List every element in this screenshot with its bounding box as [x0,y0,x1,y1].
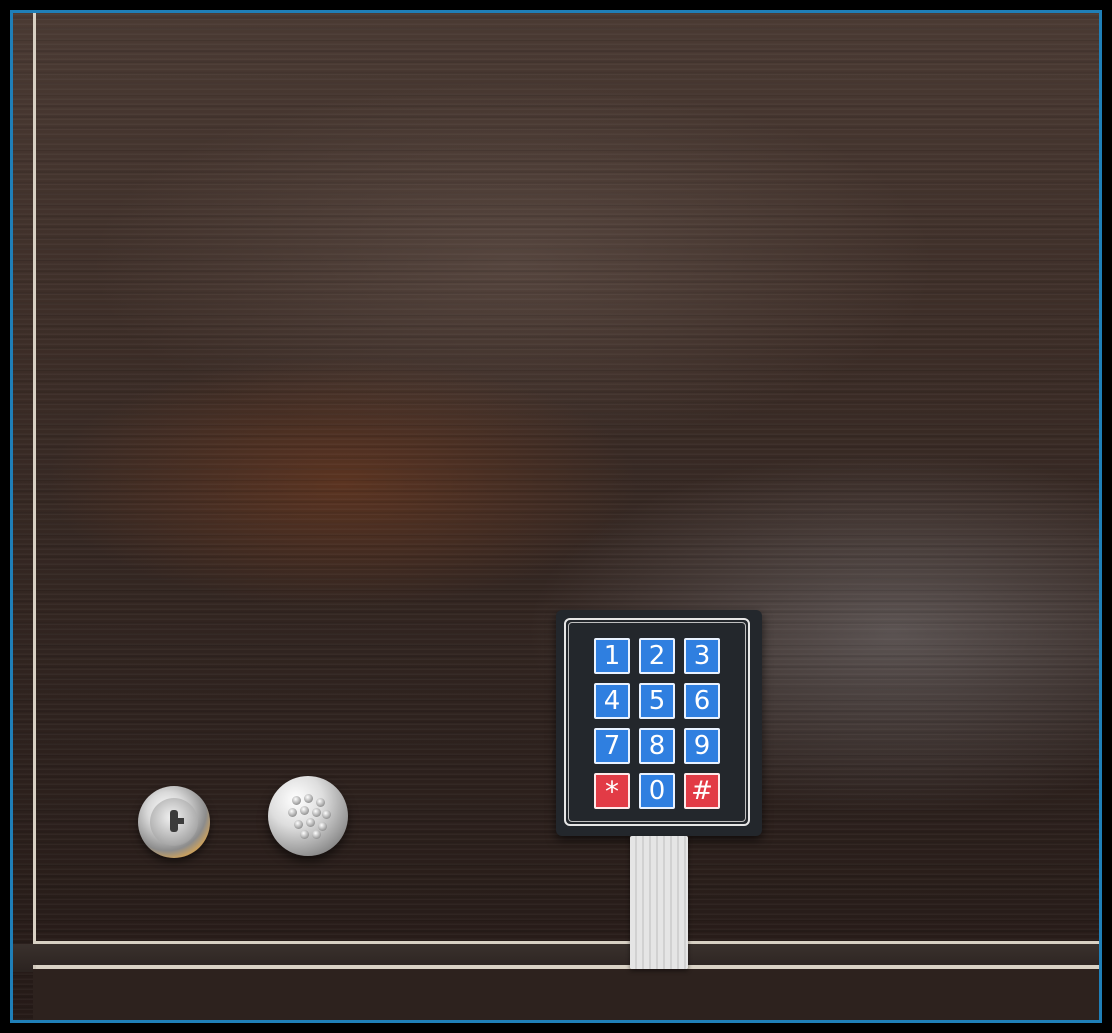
button-texture [286,794,332,840]
key-6[interactable]: 6 [684,683,720,719]
key-star[interactable]: * [594,773,630,809]
key-9[interactable]: 9 [684,728,720,764]
button-dot [288,808,297,817]
key-lock-icon[interactable] [138,786,210,858]
image-frame: 1 2 3 4 5 6 7 8 9 * 0 # [0,0,1112,1033]
key-7[interactable]: 7 [594,728,630,764]
wooden-door-panel [13,13,1099,1020]
ribbon-cable-icon [630,836,688,969]
wood-grain [13,13,1099,1020]
button-dot [300,830,309,839]
membrane-keypad[interactable]: 1 2 3 4 5 6 7 8 9 * 0 # [556,610,762,836]
button-dot [322,810,331,819]
key-0[interactable]: 0 [639,773,675,809]
key-1[interactable]: 1 [594,638,630,674]
button-dot [312,808,321,817]
key-8[interactable]: 8 [639,728,675,764]
button-dot [312,830,321,839]
button-dot [300,806,309,815]
button-dot [318,822,327,831]
keypad-grid: 1 2 3 4 5 6 7 8 9 * 0 # [594,638,724,809]
button-dot [304,794,313,803]
door-left-edge [33,13,36,943]
key-4[interactable]: 4 [594,683,630,719]
button-dot [316,798,325,807]
button-dot [306,818,315,827]
key-5[interactable]: 5 [639,683,675,719]
photo-border: 1 2 3 4 5 6 7 8 9 * 0 # [10,10,1102,1023]
button-dot [294,820,303,829]
keyhole-slot [172,818,184,824]
push-button-icon[interactable] [268,776,348,856]
key-hash[interactable]: # [684,773,720,809]
button-dot [292,796,301,805]
key-2[interactable]: 2 [639,638,675,674]
lock-face [150,798,198,846]
lower-panel [33,969,1099,1020]
key-3[interactable]: 3 [684,638,720,674]
